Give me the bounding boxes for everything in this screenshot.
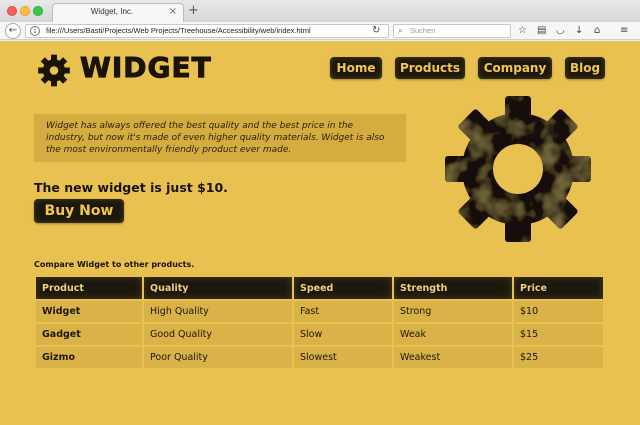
promo-heading: The new widget is just $10. [34,180,228,195]
table-cell-price: $25 [514,347,603,368]
nav-blog-button[interactable]: Blog [565,57,605,79]
info-icon[interactable]: i [30,26,40,36]
comparison-table: Product Quality Speed Strength Price Wid… [34,275,605,370]
column-header-price: Price [514,277,603,299]
tab-close-icon[interactable]: × [169,6,177,17]
web-page: WIDGET Home Products Company Blog Widget… [0,41,640,425]
table-cell-speed: Slow [294,324,392,345]
table-cell-strength: Strong [394,301,512,322]
column-header-quality: Quality [144,277,292,299]
logo-wordmark: WIDGET [80,51,212,85]
table-cell-speed: Slowest [294,347,392,368]
download-icon[interactable]: ↓ [575,25,583,36]
reading-list-icon[interactable]: ▤ [537,25,546,36]
reload-icon[interactable]: ↻ [372,25,380,36]
table-cell-strength: Weak [394,324,512,345]
table-cell-quality: Poor Quality [144,347,292,368]
compare-caption: Compare Widget to other products. [34,260,195,269]
table-cell-quality: High Quality [144,301,292,322]
column-header-strength: Strength [394,277,512,299]
search-input[interactable]: ⌕ Suchen [393,24,511,38]
url-bar[interactable]: i file:///Users/Basti/Projects/Web Proje… [25,24,389,38]
home-icon[interactable]: ⌂ [594,25,600,36]
column-header-speed: Speed [294,277,392,299]
nav-products-button[interactable]: Products [395,57,465,79]
table-cell-speed: Fast [294,301,392,322]
url-text[interactable]: file:///Users/Basti/Projects/Web Project… [46,26,311,35]
menu-icon[interactable]: ≡ [620,25,628,36]
table-header-row: Product Quality Speed Strength Price [36,277,603,299]
table-cell-price: $15 [514,324,603,345]
table-row: Gadget Good Quality Slow Weak $15 [36,324,603,345]
table-cell-product: Gizmo [36,347,142,368]
nav-company-button[interactable]: Company [478,57,552,79]
tab-title: Widget, Inc. [90,7,134,16]
table-row: Widget High Quality Fast Strong $10 [36,301,603,322]
back-arrow-icon[interactable]: ← [5,23,21,39]
table-row: Gizmo Poor Quality Slowest Weakest $25 [36,347,603,368]
window-maximize-button[interactable] [33,6,43,16]
intro-box: Widget has always offered the best quali… [34,114,406,162]
buy-now-button[interactable]: Buy Now [34,199,124,223]
table-cell-product: Widget [36,301,142,322]
gear-icon [38,54,70,87]
table-cell-strength: Weakest [394,347,512,368]
table-cell-product: Gadget [36,324,142,345]
gear-illustration-icon [445,96,591,242]
pocket-icon[interactable]: ◡ [556,25,565,36]
window-titlebar: Widget, Inc. × + [0,0,640,22]
window-close-button[interactable] [7,6,17,16]
window-minimize-button[interactable] [20,6,30,16]
search-icon: ⌕ [398,26,404,36]
new-tab-button[interactable]: + [188,3,199,18]
search-placeholder: Suchen [410,26,436,35]
table-cell-price: $10 [514,301,603,322]
browser-toolbar: ← i file:///Users/Basti/Projects/Web Pro… [0,22,640,40]
intro-text: Widget has always offered the best quali… [46,121,385,155]
bookmark-star-icon[interactable]: ☆ [518,25,527,36]
column-header-product: Product [36,277,142,299]
nav-home-button[interactable]: Home [330,57,382,79]
browser-tab[interactable]: Widget, Inc. × [52,3,184,22]
table-cell-quality: Good Quality [144,324,292,345]
